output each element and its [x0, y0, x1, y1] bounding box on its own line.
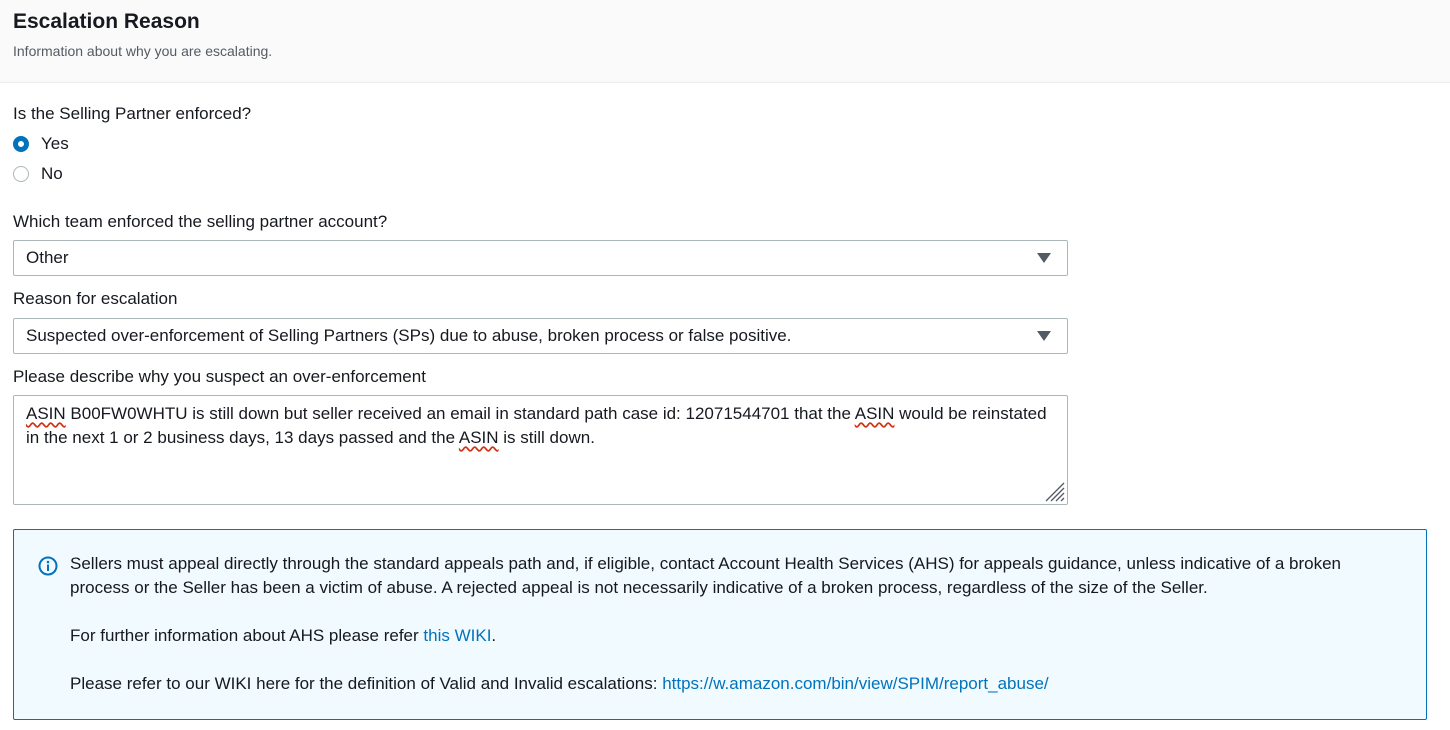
info-paragraph-policy: Sellers must appeal directly through the…: [70, 554, 1342, 597]
radio-yes-button[interactable]: [13, 136, 29, 152]
info-circle-icon: [38, 556, 58, 576]
spellcheck-word: ASIN: [854, 404, 895, 423]
info-text: .: [491, 626, 497, 645]
resize-handle-icon[interactable]: [1043, 480, 1065, 502]
enforced-question-label: Is the Selling Partner enforced?: [13, 104, 252, 123]
description-text: is still down.: [498, 428, 595, 447]
team-select-value: Other: [26, 248, 69, 267]
info-alert: Sellers must appeal directly through the…: [13, 529, 1427, 720]
ahs-wiki-link[interactable]: this WIKI: [423, 626, 491, 645]
team-label: Which team enforced the selling partner …: [13, 212, 388, 231]
radio-option-yes[interactable]: Yes: [13, 133, 69, 155]
team-select[interactable]: Other: [13, 240, 1068, 276]
radio-option-no[interactable]: No: [13, 163, 63, 185]
info-alert-body: Sellers must appeal directly through the…: [70, 552, 1390, 720]
info-text: For further information about AHS please…: [70, 626, 424, 645]
description-label: Please describe why you suspect an over-…: [13, 367, 426, 386]
spellcheck-word: ASIN: [26, 404, 66, 423]
info-paragraph-escalations: Please refer to our WIKI here for the de…: [70, 672, 1390, 696]
report-abuse-wiki-link[interactable]: https://w.amazon.com/bin/view/SPIM/repor…: [662, 674, 1048, 693]
reason-select[interactable]: Suspected over-enforcement of Selling Pa…: [13, 318, 1068, 354]
section-title: Escalation Reason: [13, 10, 200, 33]
caret-down-icon: [1037, 331, 1051, 341]
reason-select-value: Suspected over-enforcement of Selling Pa…: [26, 326, 792, 345]
info-paragraph-ahs: For further information about AHS please…: [70, 624, 1390, 648]
section-description: Information about why you are escalating…: [13, 43, 273, 59]
caret-down-icon: [1037, 253, 1051, 263]
radio-no-button[interactable]: [13, 166, 29, 182]
section-header: Escalation Reason Information about why …: [0, 0, 1450, 83]
radio-no-label[interactable]: No: [41, 164, 63, 184]
info-text: Please refer to our WIKI here for the de…: [70, 674, 663, 693]
spellcheck-word: ASIN: [458, 428, 499, 447]
reason-label: Reason for escalation: [13, 289, 178, 308]
radio-yes-label[interactable]: Yes: [41, 134, 69, 154]
description-text: B00FW0WHTU is still down but seller rece…: [65, 404, 855, 423]
description-textarea[interactable]: ASIN B00FW0WHTU is still down but seller…: [13, 395, 1068, 505]
